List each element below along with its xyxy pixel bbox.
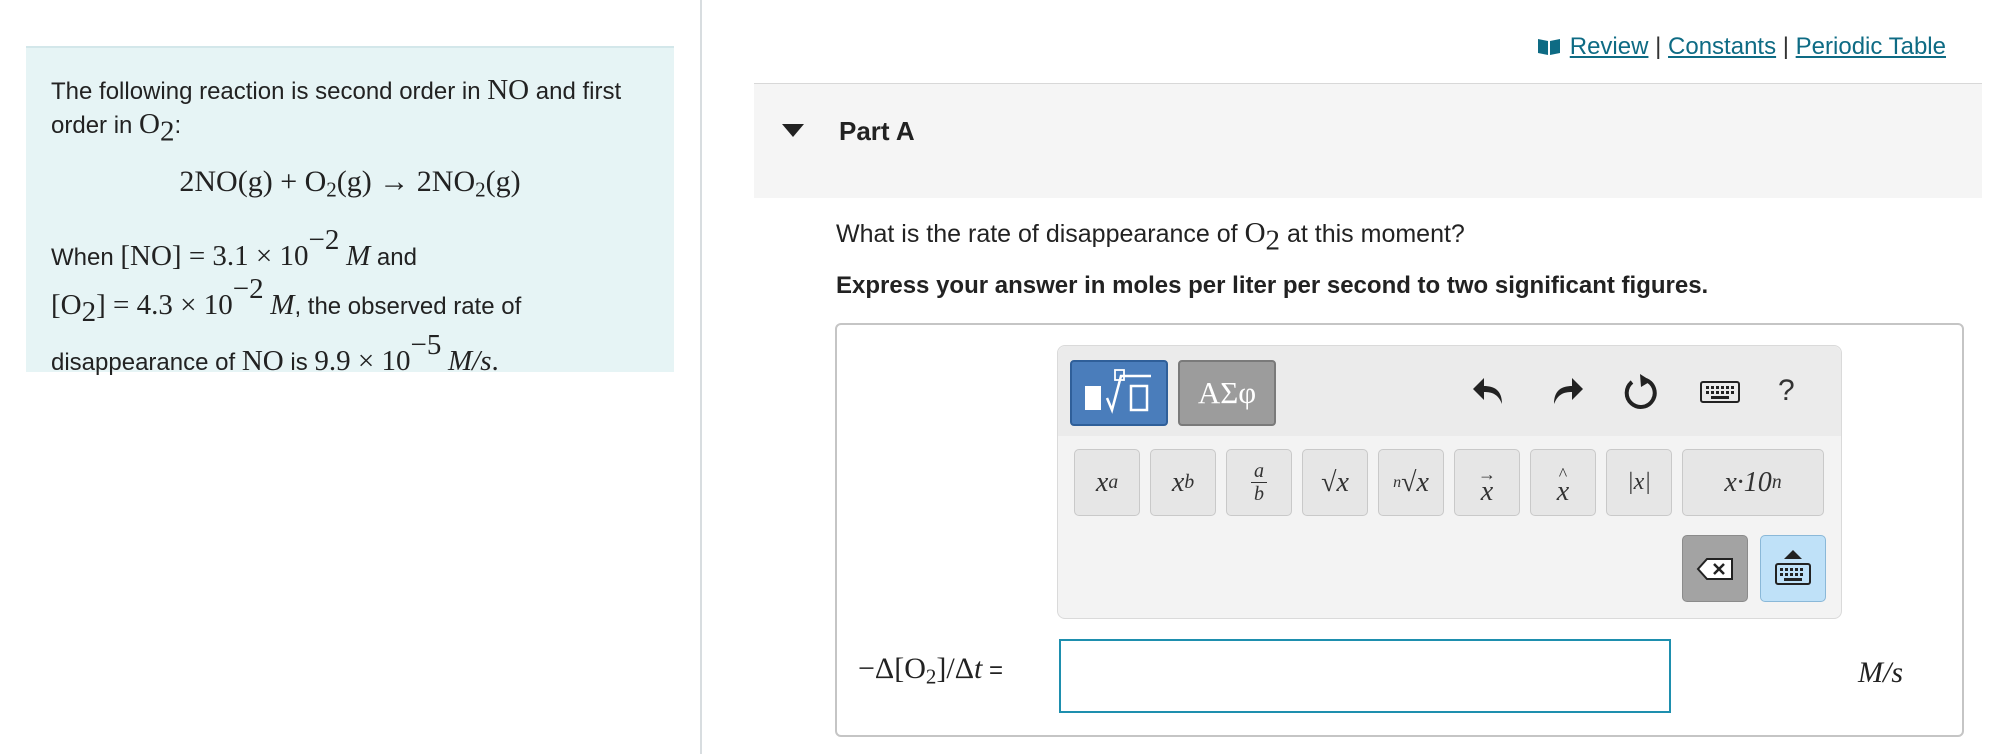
question-text: What is the rate of disappearance of O2 …: [836, 217, 1465, 257]
part-title: Part A: [839, 116, 915, 146]
problem-statement-panel: The following reaction is second order i…: [26, 46, 674, 377]
help-button[interactable]: ?: [1778, 374, 1795, 408]
math-editor-toolbar: ΑΣφ ? xa xb a b √x n √x → x ^ x |x| x·10…: [1057, 345, 1842, 619]
problem-intro: The following reaction is second order i…: [51, 74, 622, 148]
square-root-key[interactable]: √x: [1302, 449, 1368, 516]
keyboard-toggle-button[interactable]: [1760, 535, 1826, 602]
book-icon: [1538, 39, 1561, 55]
symbols-button[interactable]: ΑΣφ: [1178, 360, 1276, 426]
reset-icon[interactable]: [1620, 372, 1660, 412]
absolute-value-key[interactable]: |x|: [1606, 449, 1672, 516]
review-link[interactable]: Review: [1570, 33, 1649, 60]
reaction-equation: 2NO(g) + O2(g) → 2NO2(g): [179, 165, 521, 202]
templates-icon: [1085, 369, 1151, 414]
backspace-button[interactable]: [1682, 535, 1748, 602]
answer-label: −Δ[O2]/Δt =: [858, 652, 1004, 689]
resource-links: Review | Constants | Periodic Table: [1537, 33, 1946, 61]
templates-button[interactable]: [1070, 360, 1168, 426]
constants-link[interactable]: Constants: [1668, 33, 1776, 60]
redo-icon[interactable]: [1546, 372, 1586, 412]
answer-input[interactable]: [1059, 639, 1671, 713]
vector-key[interactable]: → x: [1454, 449, 1520, 516]
problem-conditions: When [NO] = 3.1 × 10−2 M and [O2] = 4.3 …: [51, 223, 522, 377]
superscript-key[interactable]: xa: [1074, 449, 1140, 516]
link-separator: |: [1648, 33, 1669, 60]
scientific-notation-key[interactable]: x·10 n: [1682, 449, 1824, 516]
keyboard-shortcuts-icon[interactable]: [1698, 372, 1742, 412]
undo-icon[interactable]: [1470, 372, 1510, 412]
backspace-icon: [1696, 557, 1733, 580]
collapse-caret-icon[interactable]: [782, 124, 804, 137]
unit-vector-key[interactable]: ^ x: [1530, 449, 1596, 516]
nth-root-key[interactable]: n √x: [1378, 449, 1444, 516]
units-label: M/s: [1858, 656, 1903, 689]
answer-instruction: Express your answer in moles per liter p…: [836, 272, 1709, 299]
part-a-header[interactable]: Part A: [754, 83, 1982, 198]
column-divider: [700, 0, 702, 754]
subscript-key[interactable]: xb: [1150, 449, 1216, 516]
link-separator: |: [1776, 33, 1796, 60]
fraction-key[interactable]: a b: [1226, 449, 1292, 516]
periodic-table-link[interactable]: Periodic Table: [1796, 33, 1946, 60]
keyboard-up-icon: [1775, 549, 1811, 585]
